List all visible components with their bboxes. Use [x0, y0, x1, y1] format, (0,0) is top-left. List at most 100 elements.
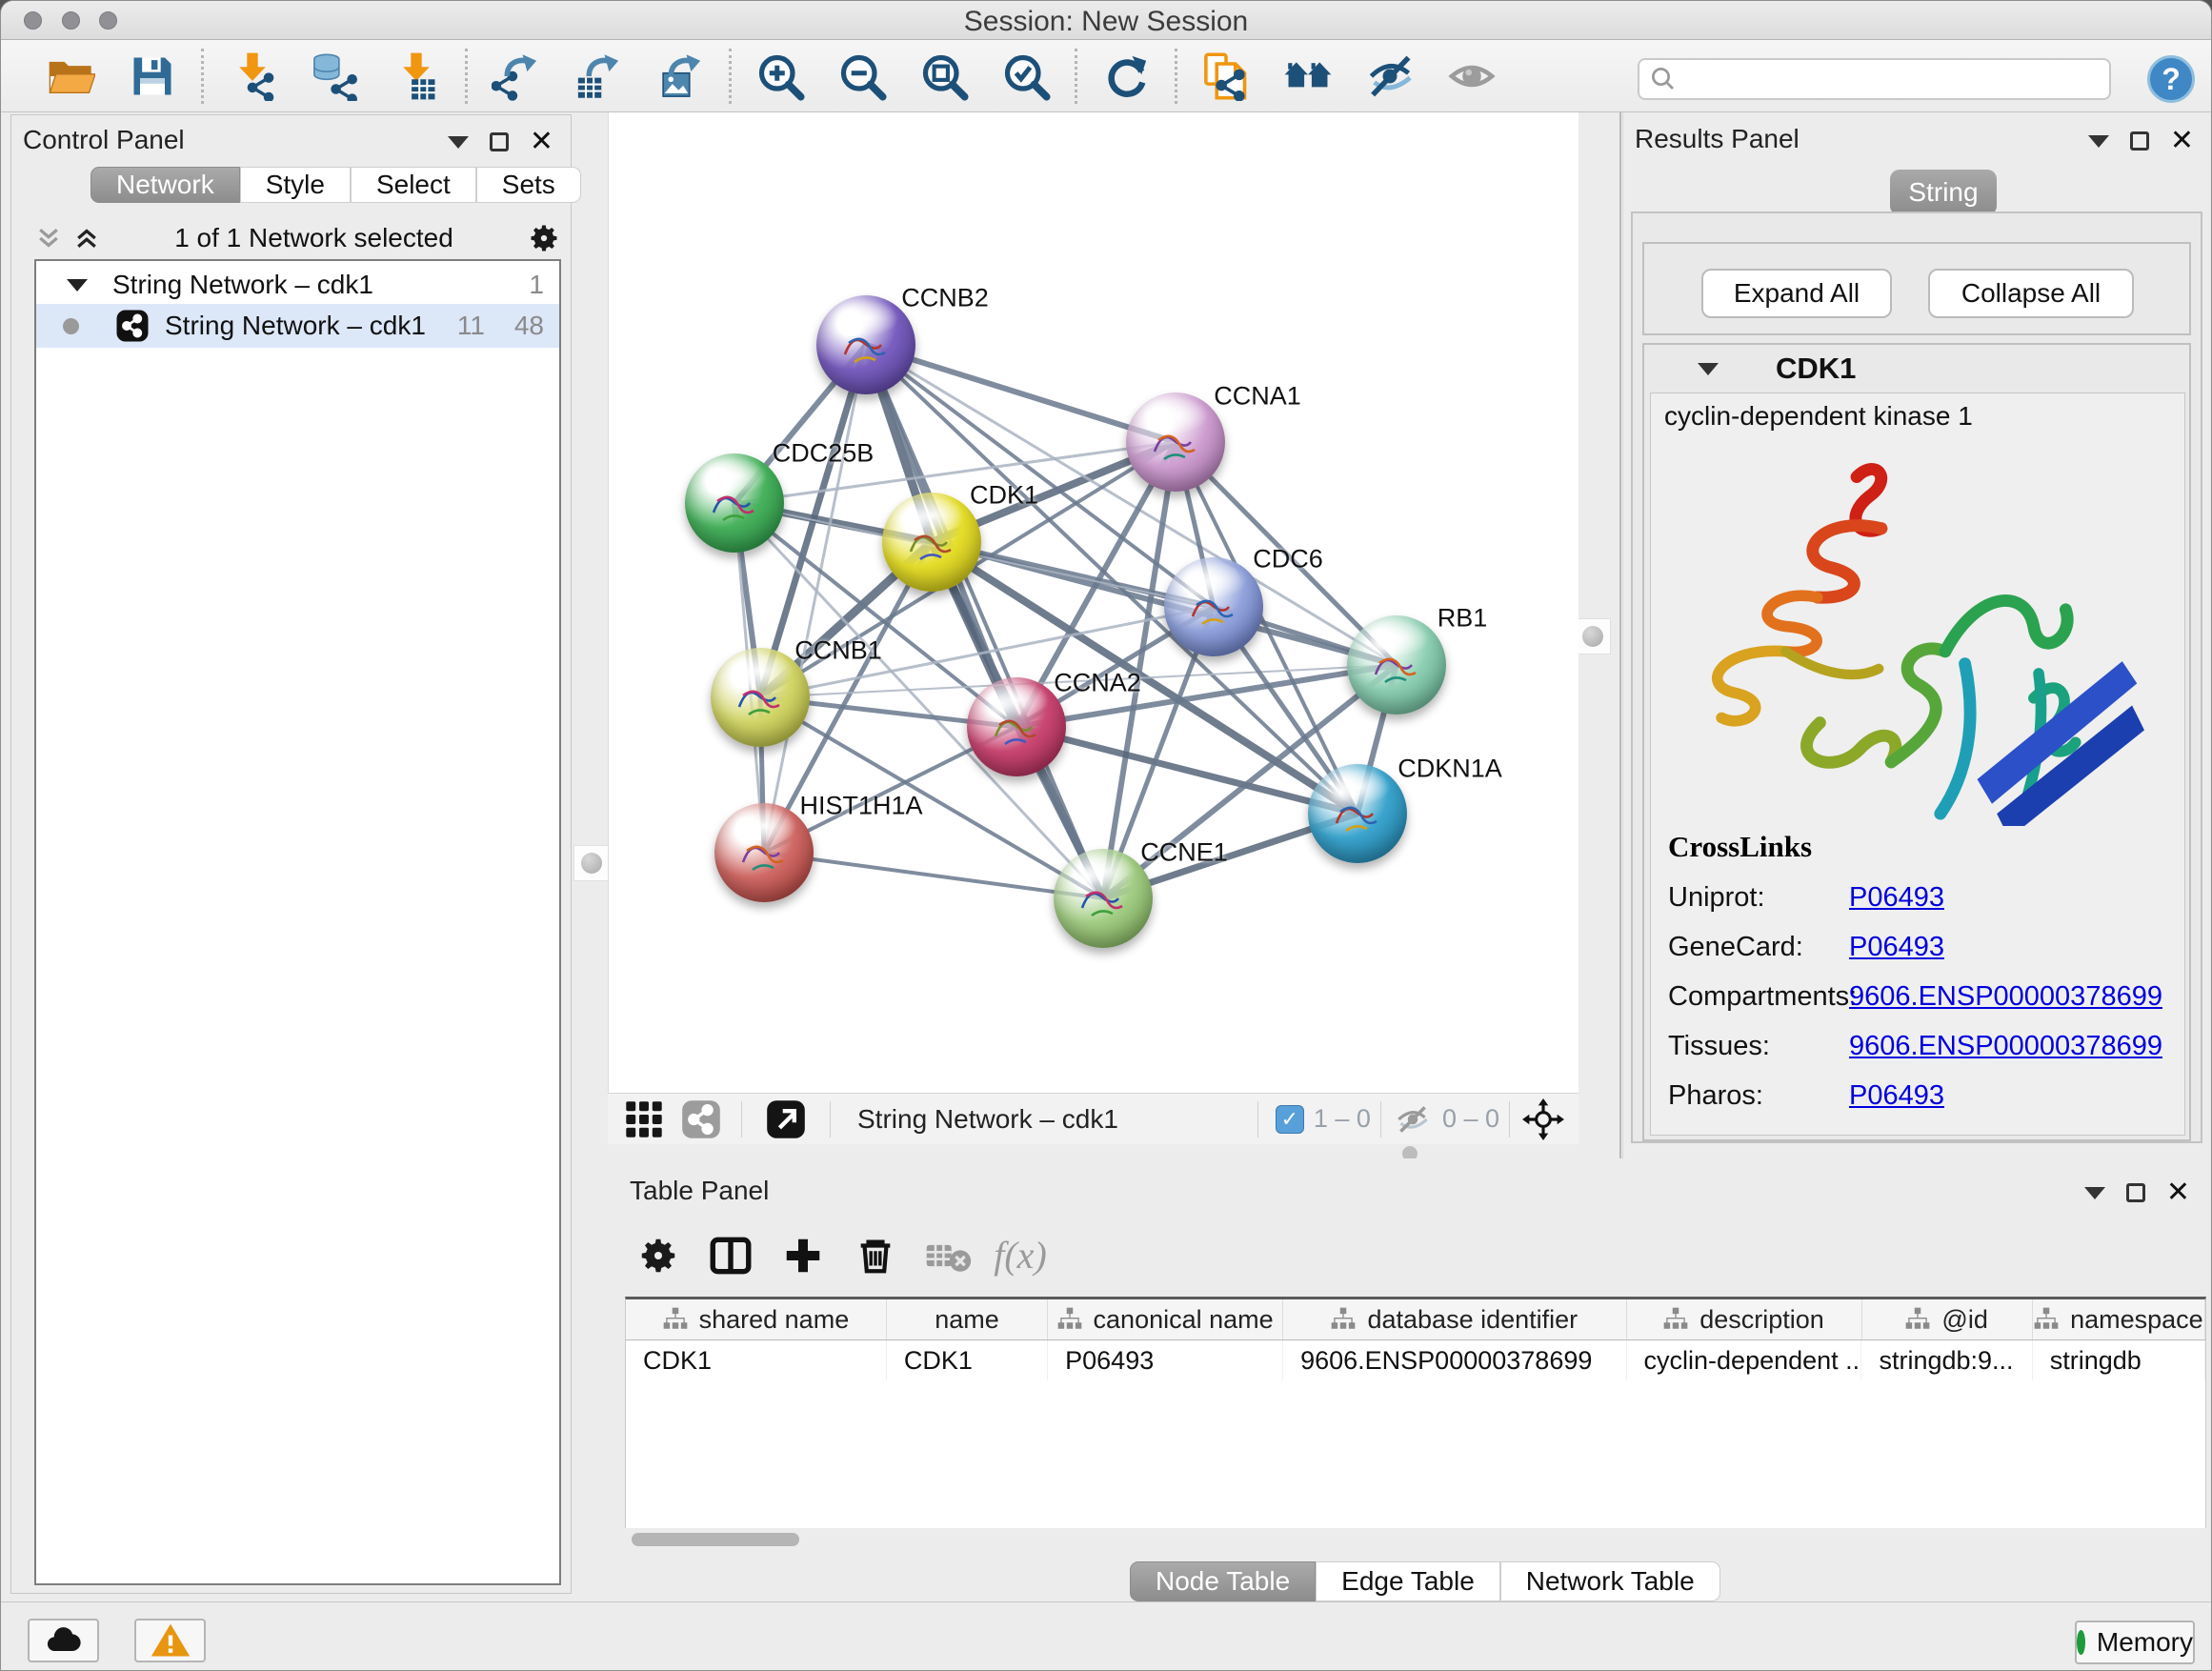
- network-node-ccne1[interactable]: [1054, 849, 1153, 948]
- collapse-section-icon[interactable]: [1698, 363, 1719, 375]
- zoom-selected-icon[interactable]: [995, 46, 1057, 107]
- table-row[interactable]: CDK1CDK1P064939606.ENSP00000378699cyclin…: [626, 1340, 2205, 1380]
- zoom-out-icon[interactable]: [831, 46, 894, 107]
- show-structures-icon[interactable]: [1440, 46, 1503, 107]
- create-column-icon[interactable]: [772, 1227, 835, 1284]
- crosslink-row: GeneCard:P06493: [1668, 932, 2173, 963]
- crosslink-link[interactable]: 9606.ENSP00000378699: [1849, 1031, 2162, 1062]
- grid-view-icon[interactable]: [623, 1098, 665, 1140]
- import-network-database-icon[interactable]: [303, 46, 366, 107]
- column-header-id[interactable]: @id: [1862, 1299, 2033, 1339]
- help-icon[interactable]: ?: [2147, 55, 2195, 103]
- collapse-panel-icon[interactable]: [2084, 1187, 2105, 1199]
- table-hscrollbar-thumb[interactable]: [632, 1533, 799, 1546]
- export-table-icon[interactable]: [567, 46, 630, 107]
- hide-structures-icon[interactable]: [1358, 46, 1421, 107]
- close-panel-icon[interactable]: ✕: [2170, 131, 2194, 151]
- tab-edge-table[interactable]: Edge Table: [1316, 1561, 1500, 1601]
- network-row-label: String Network – cdk1: [165, 311, 426, 341]
- gear-icon[interactable]: [527, 221, 561, 255]
- collapse-all-icon[interactable]: [34, 224, 63, 252]
- column-header-database-identifier[interactable]: database identifier: [1283, 1299, 1626, 1339]
- network-node-hist1h1a[interactable]: [714, 803, 814, 902]
- import-network-file-icon[interactable]: [221, 46, 284, 107]
- collapse-all-button[interactable]: Collapse All: [1928, 269, 2134, 318]
- expand-all-icon[interactable]: [72, 224, 101, 252]
- network-node-rb1[interactable]: [1347, 615, 1446, 715]
- hidden-eye-icon[interactable]: [1393, 1099, 1433, 1139]
- close-panel-icon[interactable]: ✕: [2166, 1183, 2190, 1202]
- export-network-icon[interactable]: [485, 46, 548, 107]
- string-import-icon[interactable]: [1195, 46, 1257, 107]
- network-node-ccna1[interactable]: [1126, 393, 1225, 492]
- birdseye-view-icon[interactable]: [765, 1098, 807, 1140]
- right-splitter-handle[interactable]: [1575, 618, 1611, 654]
- application-window: Session: New Session ? Control Panel ✕ N…: [0, 0, 2212, 1671]
- delete-column-icon[interactable]: [844, 1227, 907, 1284]
- network-status-dot: [63, 318, 79, 334]
- import-table-icon[interactable]: [385, 46, 448, 107]
- network-collection-row[interactable]: String Network – cdk1 1: [36, 266, 559, 304]
- float-panel-icon[interactable]: [490, 132, 509, 151]
- node-label-cdkn1a: CDKN1A: [1398, 755, 1502, 784]
- close-panel-icon[interactable]: ✕: [530, 132, 553, 151]
- tab-network[interactable]: Network: [90, 167, 240, 203]
- refresh-network-icon[interactable]: [1095, 46, 1157, 107]
- crosslink-link[interactable]: 9606.ENSP00000378699: [1849, 981, 2162, 1013]
- column-header-namespace[interactable]: namespace: [2033, 1299, 2205, 1339]
- shared-column-icon: [1905, 1307, 1930, 1332]
- selected-checkbox-icon[interactable]: ✓: [1276, 1105, 1304, 1134]
- protein-thumbnail: [1366, 636, 1427, 697]
- crosslink-link[interactable]: P06493: [1849, 882, 1944, 914]
- zoom-in-icon[interactable]: [749, 46, 812, 107]
- search-input[interactable]: [1685, 62, 2109, 96]
- network-canvas[interactable]: CCNB2CCNA1CDC25BCDK1CDC6RB1CCNB1CCNA2CDK…: [608, 112, 1579, 1093]
- tab-style[interactable]: Style: [240, 167, 351, 203]
- crosslink-link[interactable]: P06493: [1849, 1080, 1944, 1112]
- toolbar-separator: [201, 49, 204, 104]
- network-node-cdc25b[interactable]: [685, 453, 784, 553]
- network-node-cdk1[interactable]: [882, 493, 981, 592]
- tab-string[interactable]: String: [1890, 170, 1997, 215]
- float-panel-icon[interactable]: [2126, 1183, 2145, 1202]
- table-cell: CDK1: [887, 1340, 1048, 1380]
- network-row-selected[interactable]: String Network – cdk1 11 48: [36, 304, 559, 348]
- network-node-cdc6[interactable]: [1164, 557, 1263, 656]
- save-session-icon[interactable]: [121, 46, 184, 107]
- collapse-panel-icon[interactable]: [2088, 135, 2109, 148]
- tree-expand-icon[interactable]: [67, 279, 88, 292]
- string-home-icon[interactable]: [1277, 46, 1339, 107]
- crosslink-link[interactable]: P06493: [1849, 932, 1944, 963]
- column-header-shared-name[interactable]: shared name: [626, 1299, 887, 1339]
- tab-sets[interactable]: Sets: [476, 167, 581, 203]
- fit-content-icon[interactable]: [1521, 1097, 1565, 1141]
- delete-table-icon[interactable]: [916, 1227, 979, 1284]
- collapse-panel-icon[interactable]: [448, 136, 469, 149]
- warnings-button[interactable]: [134, 1619, 206, 1662]
- show-column-icon[interactable]: [699, 1227, 762, 1284]
- table-settings-gear-icon[interactable]: [627, 1227, 690, 1284]
- expand-all-button[interactable]: Expand All: [1701, 269, 1892, 318]
- protein-thumbnail: [734, 824, 794, 885]
- column-header-description[interactable]: description: [1627, 1299, 1862, 1339]
- function-builder-icon[interactable]: f(x): [989, 1227, 1052, 1284]
- tab-node-table[interactable]: Node Table: [1130, 1561, 1316, 1601]
- column-header-canonical-name[interactable]: canonical name: [1048, 1299, 1283, 1339]
- left-splitter-handle[interactable]: [573, 845, 610, 881]
- tab-select[interactable]: Select: [351, 167, 476, 203]
- gene-section-header[interactable]: CDK1: [1644, 345, 2189, 393]
- collection-count: 1: [529, 270, 544, 300]
- protein-thumbnail: [1145, 413, 1206, 474]
- node-label-rb1: RB1: [1438, 604, 1488, 634]
- zoom-fit-icon[interactable]: [913, 46, 975, 107]
- float-panel-icon[interactable]: [2130, 131, 2149, 151]
- cloud-button[interactable]: [28, 1619, 99, 1662]
- memory-button[interactable]: Memory: [2075, 1621, 2195, 1664]
- tab-network-table[interactable]: Network Table: [1500, 1561, 1720, 1601]
- column-header-name[interactable]: name: [887, 1299, 1048, 1339]
- network-node-cdkn1a[interactable]: [1308, 764, 1407, 863]
- export-image-icon[interactable]: [649, 46, 712, 107]
- open-session-icon[interactable]: [39, 46, 102, 107]
- network-node-ccna2[interactable]: [967, 677, 1066, 776]
- string-style-icon[interactable]: [680, 1098, 722, 1140]
